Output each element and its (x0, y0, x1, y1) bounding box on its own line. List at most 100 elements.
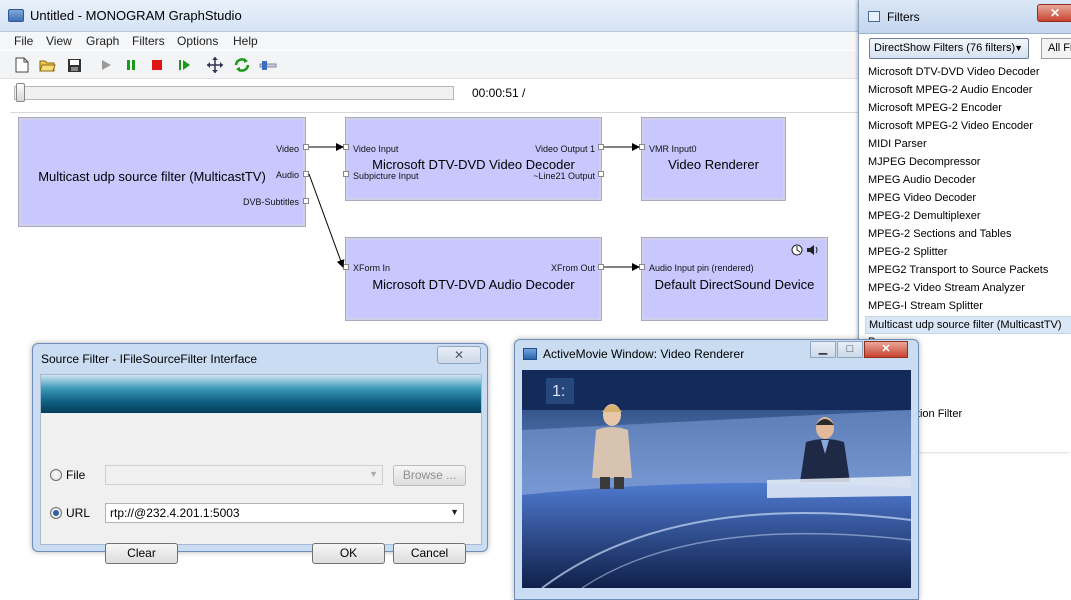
file-label: File (66, 468, 86, 482)
play-icon[interactable] (97, 56, 115, 74)
filter-list-item[interactable]: MPEG-2 Video Stream Analyzer (865, 280, 1071, 298)
filter-list-item[interactable]: MPEG-2 Sections and Tables (865, 226, 1071, 244)
chevron-down-icon: ▼ (1014, 43, 1023, 53)
filters-title: Filters (887, 10, 920, 24)
pin-video-input: Video Input (353, 144, 399, 154)
filter-list-item[interactable]: MIDI Parser (865, 136, 1071, 154)
filter-list-item[interactable]: Microsoft MPEG-2 Encoder (865, 100, 1071, 118)
filter-list-item[interactable]: MPEG-I Stream Splitter (865, 298, 1071, 316)
menu-view[interactable]: View (46, 34, 72, 48)
speaker-icon (807, 245, 818, 255)
filter-list-item[interactable]: Microsoft MPEG-2 Audio Encoder (865, 82, 1071, 100)
filter-list-item[interactable]: MJPEG Decompressor (865, 154, 1071, 172)
pin-connector[interactable] (343, 264, 349, 270)
step-frame-icon[interactable] (175, 56, 193, 74)
filter-category-value: DirectShow Filters (76 filters) (874, 42, 1016, 54)
pin-line21-output: ~Line21 Output (533, 171, 595, 181)
arrange-icon[interactable] (206, 56, 224, 74)
close-button[interactable]: ✕ (1037, 4, 1071, 22)
filter-name: Video Renderer (668, 157, 759, 172)
clear-button[interactable]: Clear (105, 543, 178, 564)
pin-connector[interactable] (343, 171, 349, 177)
minimize-button[interactable]: ▁ (810, 341, 836, 358)
pin-connector[interactable] (303, 144, 309, 150)
pin-connector[interactable] (598, 144, 604, 150)
filter-list-item[interactable]: MPEG2 Transport to Source Packets (865, 262, 1071, 280)
filter-name: Microsoft DTV-DVD Video Decoder (372, 157, 575, 172)
seek-bar[interactable] (14, 86, 454, 100)
url-input[interactable]: rtp://@232.4.201.1:5003 ▼ (105, 503, 464, 523)
dialog-title: Source Filter - IFileSourceFilter Interf… (41, 352, 258, 366)
pin-connector[interactable] (598, 264, 604, 270)
seek-icon[interactable] (259, 56, 277, 74)
dialog-body: File ▼ Browse ... URL rtp://@232.4.201.1… (40, 374, 482, 564)
menu-options[interactable]: Options (177, 34, 218, 48)
filter-name: Microsoft DTV-DVD Audio Decoder (372, 277, 575, 292)
close-button[interactable]: ✕ (437, 346, 481, 364)
maximize-button[interactable]: □ (837, 341, 863, 358)
filter-list-item[interactable]: MPEG-2 Splitter (865, 244, 1071, 262)
filters-titlebar: Filters ✕ (859, 0, 1071, 34)
filter-directsound-device[interactable]: Default DirectSound Device Audio Input p… (642, 238, 827, 320)
url-radio[interactable] (50, 507, 62, 519)
filter-video-renderer[interactable]: Video Renderer VMR Input0 (642, 118, 785, 200)
pin-xform-in: XForm In (353, 263, 391, 273)
window-icon (868, 11, 880, 22)
pin-connector[interactable] (639, 144, 645, 150)
filter-list-item[interactable]: Multicast udp source filter (MulticastTV… (865, 316, 1071, 334)
filter-dtv-dvd-audio-decoder[interactable]: Microsoft DTV-DVD Audio Decoder XForm In… (346, 238, 601, 320)
pin-connector[interactable] (598, 171, 604, 177)
chevron-down-icon: ▼ (450, 507, 459, 517)
ok-button[interactable]: OK (312, 543, 385, 564)
menu-graph[interactable]: Graph (86, 34, 119, 48)
stop-icon[interactable] (148, 56, 166, 74)
menu-filters[interactable]: Filters (132, 34, 165, 48)
pin-dvb-subtitles-out: DVB-Subtitles (242, 197, 299, 207)
menu-file[interactable]: File (14, 34, 33, 48)
filter-list-item[interactable]: Microsoft MPEG-2 Video Encoder (865, 118, 1071, 136)
time-position: 00:00:51 / (472, 86, 526, 100)
channel-logo: 1: (552, 383, 565, 400)
file-path-combo[interactable]: ▼ (105, 465, 383, 485)
refresh-icon[interactable] (233, 56, 251, 74)
open-folder-icon[interactable] (38, 56, 56, 74)
pin-connector[interactable] (303, 171, 309, 177)
save-icon[interactable] (65, 56, 83, 74)
video-renderer-window: ActiveMovie Window: Video Renderer ▁ □ ✕… (514, 339, 919, 600)
filter-scope-select[interactable]: All Fi (1041, 38, 1071, 59)
main-titlebar: Untitled - MONOGRAM GraphStudio (0, 0, 870, 32)
filter-dtv-dvd-video-decoder[interactable]: Microsoft DTV-DVD Video Decoder Video In… (346, 118, 601, 200)
new-file-icon[interactable] (13, 56, 31, 74)
pin-xform-out: XFrom Out (550, 263, 595, 273)
pin-vmr-input: VMR Input0 (649, 144, 697, 154)
filter-list-item[interactable]: Microsoft DTV-DVD Video Decoder (865, 64, 1071, 82)
menu-bar: File View Graph Filters Options Help (0, 32, 870, 50)
file-radio[interactable] (50, 469, 62, 481)
filter-list-item[interactable]: MPEG Audio Decoder (865, 172, 1071, 190)
seek-thumb[interactable] (16, 83, 25, 102)
pin-connector[interactable] (639, 264, 645, 270)
pin-connector[interactable] (303, 198, 309, 204)
filter-category-select[interactable]: DirectShow Filters (76 filters) ▼ (869, 38, 1029, 59)
pause-icon[interactable] (122, 56, 140, 74)
filter-list-item[interactable]: MPEG Video Decoder (865, 190, 1071, 208)
graphstudio-app-icon (8, 9, 24, 22)
dialog-banner (41, 375, 481, 413)
close-button[interactable]: ✕ (864, 341, 908, 358)
window-title: Untitled - MONOGRAM GraphStudio (30, 8, 242, 23)
cancel-button[interactable]: Cancel (393, 543, 466, 564)
pin-connector[interactable] (343, 144, 349, 150)
filter-name: Default DirectSound Device (654, 277, 815, 292)
filter-name: Multicast udp source filter (MulticastTV… (38, 169, 266, 184)
clock-icon (791, 244, 803, 256)
filter-multicast-source[interactable]: Multicast udp source filter (MulticastTV… (19, 118, 305, 226)
activemovie-icon (523, 348, 537, 360)
video-window-title: ActiveMovie Window: Video Renderer (543, 347, 745, 361)
filter-list-item[interactable]: MPEG-2 Demultiplexer (865, 208, 1071, 226)
toolbar (0, 51, 870, 79)
pin-video-out: Video (276, 144, 299, 154)
browse-button[interactable]: Browse ... (393, 465, 466, 486)
menu-help[interactable]: Help (233, 34, 258, 48)
pin-video-output: Video Output 1 (535, 144, 595, 154)
pin-subpicture-input: Subpicture Input (353, 171, 419, 181)
